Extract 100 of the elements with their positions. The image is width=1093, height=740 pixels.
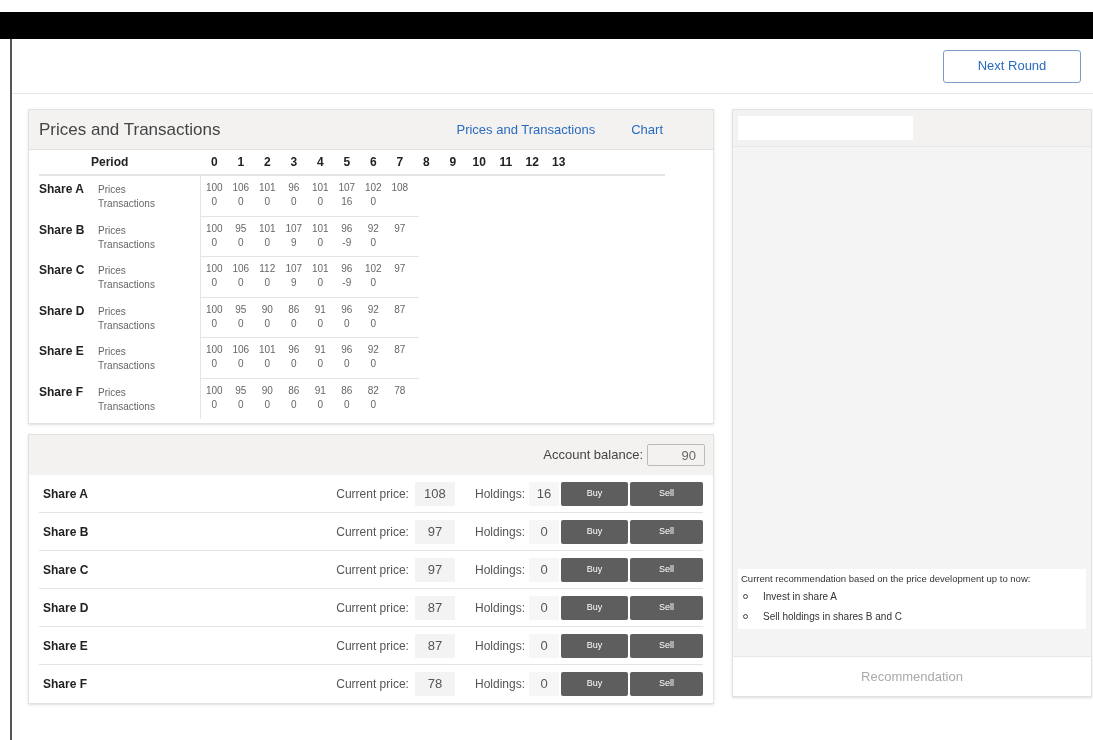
share-name: Share C — [39, 262, 86, 279]
next-round-button[interactable]: Next Round — [943, 49, 1081, 83]
price-cell: 87 — [394, 344, 406, 355]
transaction-cell: 9 — [290, 277, 297, 288]
sell-button[interactable]: Sell — [630, 557, 703, 582]
recommendation-item: Sell holdings in shares B and C — [763, 609, 902, 624]
price-cell: 90 — [261, 384, 273, 396]
price-cell: 108 — [391, 182, 409, 193]
balance-field[interactable]: 90 — [647, 444, 705, 466]
price-cell: 96 — [341, 303, 353, 315]
row-label: Transactions — [98, 278, 155, 292]
price-cell: 97 — [394, 222, 406, 234]
price-cell: 102 — [364, 263, 382, 274]
holdings-value: 0 — [529, 519, 559, 544]
column-header: Period — [91, 155, 129, 169]
holdings-value: 16 — [529, 481, 559, 506]
price-cell: 100 — [205, 303, 223, 315]
price-cell: 100 — [205, 263, 223, 274]
column-header: 3 — [290, 155, 298, 169]
column-header: 12 — [525, 155, 539, 169]
row-label: Transactions — [98, 318, 155, 333]
price-cell: 101 — [311, 263, 329, 274]
transaction-cell: 0 — [370, 277, 377, 288]
transaction-cell: 0 — [211, 317, 218, 329]
share-name: Share C — [42, 561, 89, 579]
transaction-cell: 0 — [237, 277, 244, 288]
price-cell: 90 — [261, 303, 273, 315]
price-cell: 92 — [367, 222, 379, 234]
price-cell: 107 — [338, 182, 356, 193]
transaction-cell: 0 — [211, 398, 218, 410]
share-name: Share A — [42, 485, 88, 503]
transaction-cell: 0 — [290, 398, 297, 410]
share-name: Share D — [42, 599, 89, 617]
price-label: Current price: — [336, 637, 409, 655]
price-label: Current price: — [336, 485, 409, 503]
transaction-cell: 0 — [237, 236, 244, 248]
row-label: Transactions — [98, 197, 155, 211]
price-cell: 86 — [288, 303, 300, 315]
sell-button[interactable]: Sell — [630, 672, 703, 696]
column-header: 8 — [422, 155, 430, 169]
price-cell: 78 — [394, 384, 406, 396]
transaction-cell: 0 — [370, 398, 377, 410]
sell-button[interactable]: Sell — [630, 595, 703, 620]
tab-link[interactable]: Prices and Transactions — [456, 119, 596, 140]
transaction-cell: 16 — [341, 196, 353, 207]
price-cell: 100 — [205, 344, 223, 355]
row-label: Prices — [98, 223, 127, 238]
transaction-cell: 0 — [264, 317, 271, 329]
transaction-cell: 0 — [237, 196, 244, 207]
holdings-value: 0 — [529, 595, 559, 620]
price-cell: 96 — [341, 263, 353, 274]
price-cell: 101 — [258, 222, 276, 234]
transaction-cell: 0 — [317, 196, 324, 207]
holdings-label: Holdings: — [474, 485, 525, 503]
price-cell: 106 — [232, 263, 250, 274]
row-label: Prices — [98, 304, 127, 319]
share-name: Share E — [42, 637, 88, 655]
column-header: 0 — [210, 155, 218, 169]
holdings-label: Holdings: — [474, 637, 525, 655]
transaction-cell: 0 — [264, 398, 271, 410]
price-label: Current price: — [336, 599, 409, 617]
buy-button[interactable]: Buy — [561, 595, 628, 620]
transaction-cell: 0 — [317, 317, 324, 329]
price-cell: 96 — [288, 344, 300, 355]
price-cell: 100 — [205, 222, 223, 234]
share-name: Share B — [42, 523, 89, 541]
transaction-cell: 0 — [290, 317, 297, 329]
column-header: 10 — [472, 155, 486, 169]
sell-button[interactable]: Sell — [630, 481, 703, 506]
sell-button[interactable]: Sell — [630, 633, 703, 658]
price-cell: 86 — [288, 384, 300, 396]
buy-button[interactable]: Buy — [561, 672, 628, 696]
buy-button[interactable]: Buy — [561, 481, 628, 506]
transaction-cell: -9 — [342, 277, 352, 288]
transaction-cell: 0 — [264, 236, 271, 248]
buy-button[interactable]: Buy — [561, 633, 628, 658]
price-cell: 96 — [341, 222, 353, 234]
buy-button[interactable]: Buy — [561, 557, 628, 582]
current-price: 78 — [414, 672, 455, 696]
price-cell: 106 — [232, 182, 250, 193]
column-header: 1 — [237, 155, 245, 169]
price-cell: 92 — [367, 344, 379, 355]
column-header: 4 — [316, 155, 324, 169]
price-cell: 96 — [341, 344, 353, 355]
sell-button[interactable]: Sell — [630, 519, 703, 544]
row-label: Prices — [98, 183, 127, 197]
price-cell: 101 — [311, 222, 329, 234]
price-cell: 92 — [367, 303, 379, 315]
recommendation-item: Invest in share A — [763, 589, 837, 604]
price-cell: 95 — [235, 384, 247, 396]
price-cell: 95 — [235, 303, 247, 315]
current-price: 108 — [414, 481, 455, 506]
price-cell: 91 — [314, 344, 326, 355]
tab-link[interactable]: Chart — [631, 119, 663, 140]
column-header: 9 — [449, 155, 457, 169]
row-label: Transactions — [98, 399, 155, 414]
transaction-cell: 0 — [237, 358, 244, 369]
holdings-label: Holdings: — [474, 561, 525, 579]
buy-button[interactable]: Buy — [561, 519, 628, 544]
column-header: 13 — [552, 155, 566, 169]
